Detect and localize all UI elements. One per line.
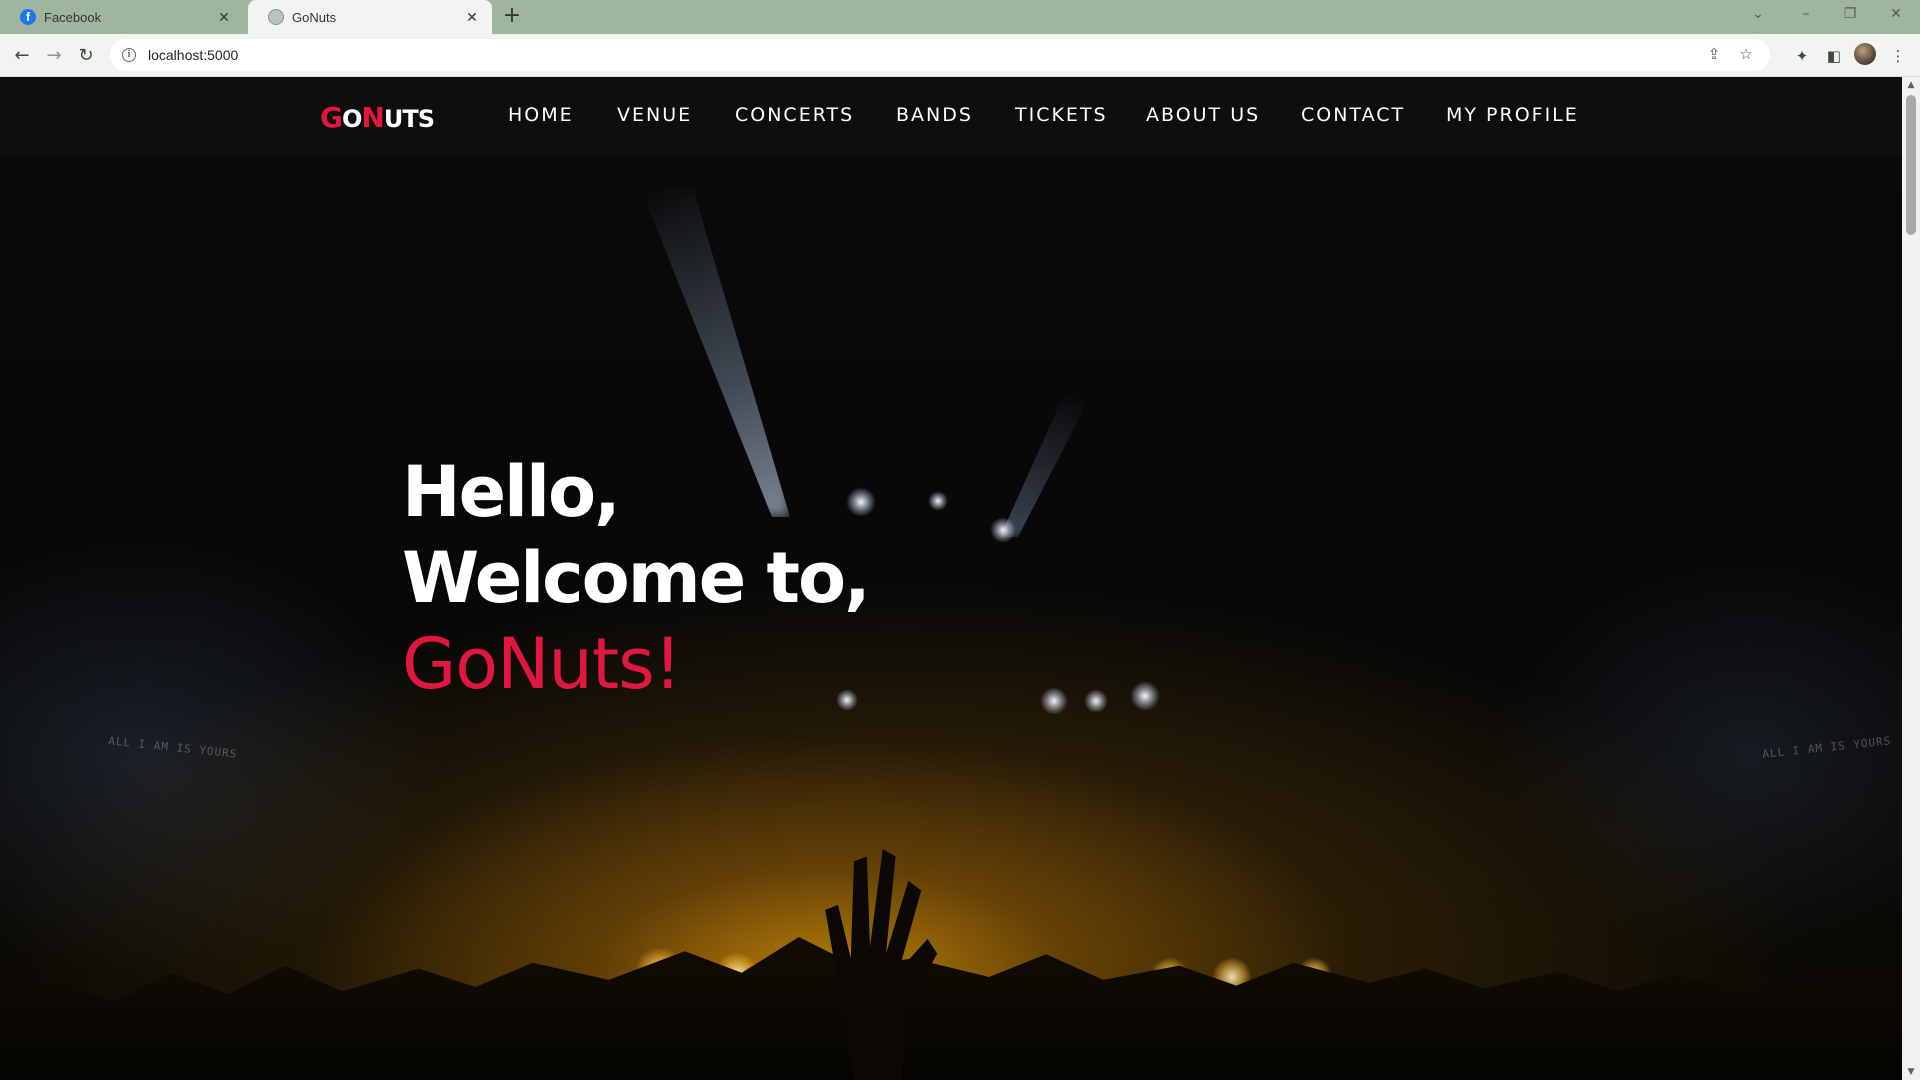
nav-about-us[interactable]: ABOUT US (1146, 104, 1260, 126)
scroll-up-icon[interactable]: ▲ (1902, 77, 1920, 93)
gonuts-logo[interactable]: GONUTS (320, 101, 435, 134)
stage-spotlight (1084, 689, 1108, 713)
menu-kebab-icon[interactable]: ⋮ (1886, 44, 1910, 68)
crowd-silhouette (0, 937, 1902, 1080)
tab-gonuts[interactable]: GoNuts ✕ (248, 0, 492, 34)
reload-icon[interactable]: ↻ (72, 42, 100, 70)
stage-spotlight (1130, 681, 1160, 711)
hero-section: Hello, Welcome to, GoNuts! (402, 449, 871, 707)
restore-icon[interactable]: ❐ (1830, 0, 1870, 30)
address-bar[interactable]: i localhost:5000 ⇪ ☆ (110, 39, 1770, 71)
site-info-icon[interactable]: i (122, 48, 136, 62)
tab-facebook[interactable]: f Facebook ✕ (0, 0, 244, 34)
address-url: localhost:5000 (148, 47, 239, 63)
page-scrollbar[interactable]: ▲ ▼ (1902, 77, 1920, 1080)
nav-tickets[interactable]: TICKETS (1015, 104, 1108, 126)
nav-concerts[interactable]: CONCERTS (735, 104, 854, 126)
side-panel-icon[interactable]: ◧ (1822, 44, 1846, 68)
stage-spotlight (928, 491, 948, 511)
browser-tab-strip: f Facebook ✕ GoNuts ✕ + ⌄ – ❐ ✕ (0, 0, 1920, 34)
nav-venue[interactable]: VENUE (617, 104, 692, 126)
stage-spotlight (990, 517, 1016, 543)
close-icon[interactable]: ✕ (464, 9, 480, 25)
site-navbar: GONUTS HOME VENUE CONCERTS BANDS TICKETS… (0, 77, 1902, 157)
nav-home[interactable]: HOME (508, 104, 574, 126)
hero-brand-name: GoNuts! (402, 623, 682, 705)
stage-light-beam (1000, 397, 1090, 537)
page-viewport: ALL I AM IS YOURS ALL I AM IS YOURS GONU… (0, 77, 1902, 1080)
minimize-icon[interactable]: – (1786, 0, 1826, 30)
tab-title: GoNuts (292, 9, 337, 25)
forward-icon[interactable]: → (40, 42, 68, 70)
hero-greeting: Hello, (402, 451, 621, 533)
window-close-icon[interactable]: ✕ (1876, 0, 1916, 30)
tab-search-icon[interactable]: ⌄ (1738, 0, 1778, 30)
nav-bands[interactable]: BANDS (896, 104, 973, 126)
share-icon[interactable]: ⇪ (1704, 45, 1724, 65)
profile-avatar-icon[interactable] (1854, 43, 1878, 67)
close-icon[interactable]: ✕ (216, 9, 232, 25)
scrollbar-thumb[interactable] (1906, 95, 1916, 235)
bookmark-star-icon[interactable]: ☆ (1736, 45, 1756, 65)
stage-spotlight (1040, 687, 1068, 715)
new-tab-button[interactable]: + (500, 5, 524, 29)
stage-screen-text: ALL I AM IS YOURS (1761, 734, 1892, 761)
back-icon[interactable]: ← (8, 42, 36, 70)
globe-icon (268, 9, 284, 25)
extensions-icon[interactable]: ✦ (1790, 44, 1814, 68)
facebook-icon: f (20, 9, 36, 25)
nav-my-profile[interactable]: MY PROFILE (1446, 104, 1579, 126)
scroll-down-icon[interactable]: ▼ (1902, 1064, 1920, 1080)
hero-welcome: Welcome to, (402, 537, 871, 619)
stage-screen-text: ALL I AM IS YOURS (107, 734, 238, 761)
nav-contact[interactable]: CONTACT (1301, 104, 1405, 126)
browser-toolbar: ← → ↻ i localhost:5000 ⇪ ☆ ✦ ◧ ⋮ (0, 34, 1920, 77)
tab-title: Facebook (44, 9, 102, 25)
